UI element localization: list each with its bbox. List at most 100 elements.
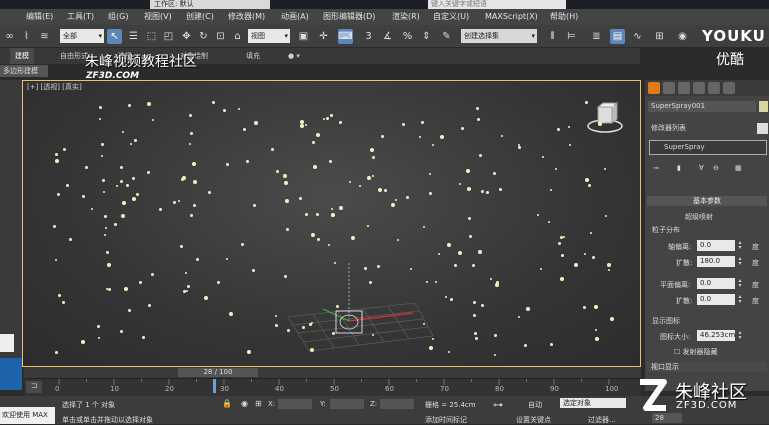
hierarchy-tab-icon[interactable] bbox=[678, 82, 690, 94]
timeline-key-icon[interactable]: ⊐ bbox=[26, 381, 42, 393]
ribbon-tab-modeling[interactable]: 建模 bbox=[10, 48, 34, 64]
plane-offset-field[interactable]: 0.0 bbox=[697, 278, 735, 289]
menu-help[interactable]: 帮助(H) bbox=[550, 9, 578, 25]
object-name-field[interactable]: SuperSpray001 bbox=[648, 101, 756, 112]
make-unique-icon[interactable]: ∀ bbox=[699, 164, 704, 172]
particle bbox=[536, 213, 539, 216]
key-filter-dropdown[interactable]: 选定对象 bbox=[560, 398, 626, 408]
configure-sets-icon[interactable]: ▦ bbox=[735, 164, 742, 172]
lock-selection-icon[interactable]: 🔒 bbox=[222, 399, 232, 408]
ribbon-tab-freeform[interactable]: 自由形式 bbox=[60, 48, 88, 64]
toggle-ribbon-icon[interactable]: ▤ bbox=[610, 29, 625, 44]
hide-emitter-checkbox[interactable]: ☐ 发射器隐藏 bbox=[674, 347, 718, 357]
mirror-icon[interactable]: ⫴ bbox=[545, 29, 560, 44]
layer-explorer-icon[interactable]: ≣ bbox=[589, 29, 604, 44]
isolate-icon[interactable]: ◉ bbox=[241, 399, 248, 408]
select-move-icon[interactable]: ✥ bbox=[179, 29, 194, 44]
axis-offset-field[interactable]: 0.0 bbox=[697, 240, 735, 251]
particle bbox=[101, 154, 104, 157]
snaps-toggle-icon[interactable]: 3 bbox=[361, 29, 376, 44]
select-scale-icon[interactable]: ⊡ bbox=[213, 29, 228, 44]
y-coordinate-field[interactable] bbox=[330, 399, 364, 409]
ribbon-options-icon[interactable]: ● ▾ bbox=[288, 48, 300, 64]
menu-modifiers[interactable]: 修改器(M) bbox=[228, 9, 265, 25]
menu-group[interactable]: 组(G) bbox=[108, 9, 128, 25]
x-coordinate-field[interactable] bbox=[278, 399, 312, 409]
time-slider-track[interactable] bbox=[24, 367, 641, 378]
selection-filter-dropdown[interactable]: 全部 bbox=[60, 29, 104, 43]
pivot-center-icon[interactable]: ▣ bbox=[296, 29, 311, 44]
spinner-snap-icon[interactable]: ⇕ bbox=[419, 29, 434, 44]
percent-snap-icon[interactable]: % bbox=[400, 29, 415, 44]
stack-item-superspray[interactable]: SuperSpray bbox=[664, 143, 705, 151]
modify-tab-icon[interactable] bbox=[663, 82, 675, 94]
menu-customize[interactable]: 自定义(U) bbox=[433, 9, 469, 25]
particle bbox=[285, 227, 289, 231]
motion-tab-icon[interactable] bbox=[693, 82, 705, 94]
modifier-list-dropdown[interactable]: 修改器列表 bbox=[648, 123, 756, 134]
search-input[interactable]: 键入关键字或短语 bbox=[428, 0, 566, 9]
named-selection-sets-dropdown[interactable]: 创建选择集 bbox=[461, 29, 537, 43]
auto-key-button[interactable]: 自动 bbox=[528, 400, 542, 410]
spread-2-spinner[interactable]: ▴ ▾ bbox=[737, 294, 743, 305]
polygon-modeling-panel[interactable]: 多边形建模 bbox=[0, 65, 48, 77]
menu-graph-editors[interactable]: 图形编辑器(D) bbox=[323, 9, 375, 25]
align-icon[interactable]: ⊨ bbox=[564, 29, 579, 44]
select-place-icon[interactable]: ⌂ bbox=[230, 29, 245, 44]
curve-editor-icon[interactable]: ∿ bbox=[630, 29, 645, 44]
icon-size-field[interactable]: 46.253cm bbox=[697, 330, 735, 341]
menu-animation[interactable]: 动画(A) bbox=[281, 9, 309, 25]
set-key-icon[interactable]: ⊶ bbox=[493, 400, 503, 411]
menu-maxscript[interactable]: MAXScript(X) bbox=[485, 9, 538, 25]
select-by-name-icon[interactable]: ☰ bbox=[126, 29, 141, 44]
ribbon-tab-populate[interactable]: 填充 bbox=[246, 48, 260, 64]
spread-2-field[interactable]: 0.0 bbox=[697, 294, 735, 305]
axis-offset-spinner[interactable]: ▴ ▾ bbox=[737, 240, 743, 251]
viewport-display-rollout[interactable]: 视口显示 bbox=[647, 362, 767, 372]
menu-edit[interactable]: 编辑(E) bbox=[26, 9, 53, 25]
axis-offset-unit: 度 bbox=[752, 243, 759, 251]
edit-named-sets-icon[interactable]: ✎ bbox=[439, 29, 454, 44]
select-rotate-icon[interactable]: ↻ bbox=[196, 29, 211, 44]
link-icon[interactable]: ∞ bbox=[2, 29, 17, 44]
absolute-mode-icon[interactable]: ⊞ bbox=[255, 399, 262, 408]
select-manipulate-icon[interactable]: ✛ bbox=[316, 29, 331, 44]
plane-offset-spinner[interactable]: ▴ ▾ bbox=[737, 278, 743, 289]
particle bbox=[310, 232, 315, 237]
menu-tools[interactable]: 工具(T) bbox=[67, 9, 94, 25]
schematic-view-icon[interactable]: ⊞ bbox=[652, 29, 667, 44]
remove-modifier-icon[interactable]: ⊖ bbox=[713, 164, 719, 172]
transform-gizmo[interactable] bbox=[322, 261, 414, 334]
spread-1-spinner[interactable]: ▴ ▾ bbox=[737, 256, 743, 267]
bind-spacewarp-icon[interactable]: ≋ bbox=[37, 29, 52, 44]
window-crossing-icon[interactable]: ◰ bbox=[161, 29, 176, 44]
keyboard-shortcut-icon[interactable]: ⌨ bbox=[338, 29, 353, 44]
angle-snap-icon[interactable]: ∡ bbox=[380, 29, 395, 44]
spread-1-field[interactable]: 180.0 bbox=[697, 256, 735, 267]
modifier-list-arrow[interactable] bbox=[757, 123, 768, 134]
create-tab-icon[interactable] bbox=[648, 82, 660, 94]
object-color-swatch[interactable] bbox=[759, 101, 768, 112]
maxscript-listener[interactable]: 欢迎使用 MAX bbox=[0, 407, 55, 424]
rectangular-selection-icon[interactable]: ⬚ bbox=[144, 29, 159, 44]
display-tab-icon[interactable] bbox=[708, 82, 720, 94]
basic-params-rollout[interactable]: 基本参数 bbox=[647, 196, 767, 206]
pin-stack-icon[interactable]: ⊸ bbox=[653, 164, 659, 172]
z-coordinate-field[interactable] bbox=[380, 399, 414, 409]
time-slider-thumb[interactable]: 28 / 100 bbox=[178, 368, 258, 377]
perspective-viewport[interactable] bbox=[22, 80, 641, 367]
workspace-tab[interactable]: 工作区: 默认 bbox=[150, 0, 270, 9]
viewport-label[interactable]: [+] [透视] [真实] bbox=[27, 82, 82, 92]
utilities-tab-icon[interactable] bbox=[723, 82, 735, 94]
select-object-icon[interactable]: ↖ bbox=[107, 29, 122, 44]
show-end-result-icon[interactable]: ▮ bbox=[677, 164, 681, 172]
viewcube[interactable] bbox=[587, 101, 623, 133]
unlink-icon[interactable]: ⌇ bbox=[19, 29, 34, 44]
material-editor-icon[interactable]: ◉ bbox=[675, 29, 690, 44]
reference-coordinate-dropdown[interactable]: 视图 bbox=[248, 29, 290, 43]
menu-views[interactable]: 视图(V) bbox=[144, 9, 172, 25]
icon-size-spinner[interactable]: ▴ ▾ bbox=[737, 330, 743, 341]
particle bbox=[120, 214, 125, 219]
menu-rendering[interactable]: 渲染(R) bbox=[392, 9, 420, 25]
menu-create[interactable]: 创建(C) bbox=[186, 9, 214, 25]
